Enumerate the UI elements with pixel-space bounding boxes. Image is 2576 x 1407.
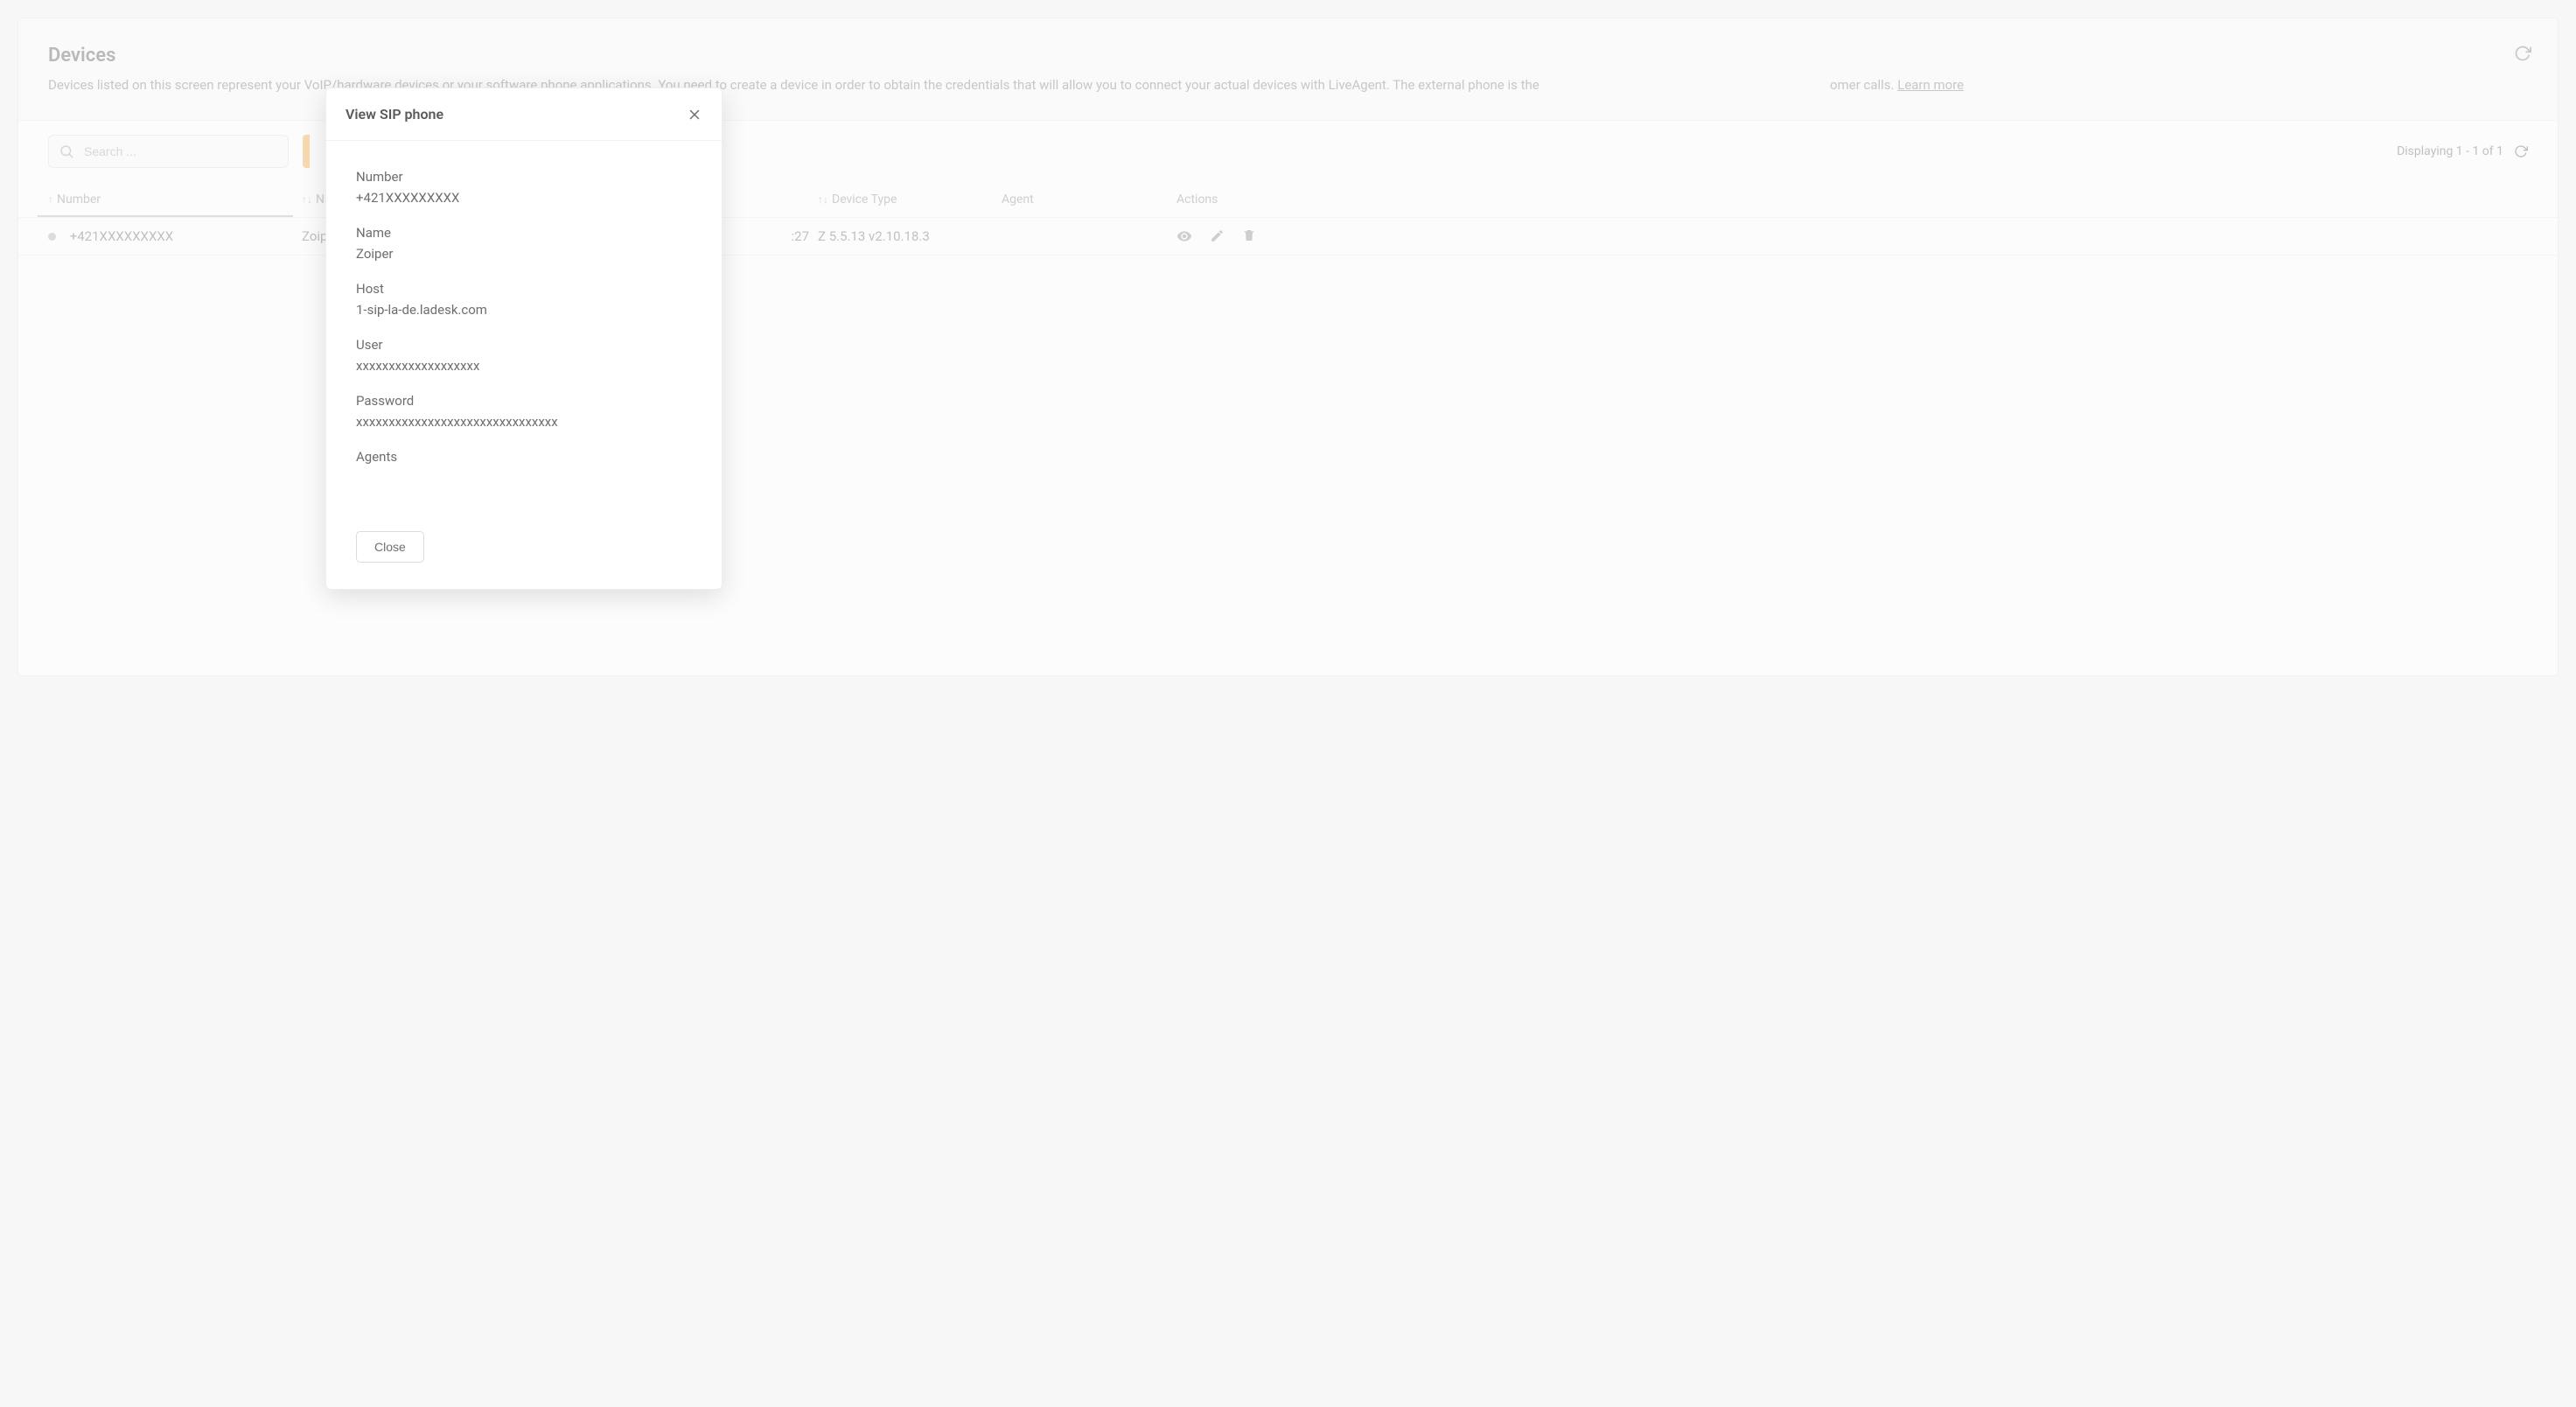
field-agents: Agents [356,449,692,500]
close-button[interactable]: Close [356,531,424,563]
modal-body: Number +421XXXXXXXXX Name Zoiper Host 1-… [326,141,722,517]
field-value: Zoiper [356,246,692,262]
field-host: Host 1-sip-la-de.ladesk.com [356,281,692,318]
field-value: xxxxxxxxxxxxxxxxxxx [356,358,692,374]
field-label: Name [356,225,692,241]
field-label: User [356,337,692,353]
close-icon[interactable] [687,107,702,122]
field-user: User xxxxxxxxxxxxxxxxxxx [356,337,692,374]
field-label: Password [356,393,692,409]
field-name: Name Zoiper [356,225,692,262]
modal-title: View SIP phone [346,106,443,122]
modal-header: View SIP phone [326,88,722,141]
field-value: 1-sip-la-de.ladesk.com [356,302,692,318]
field-label: Agents [356,449,692,465]
field-number: Number +421XXXXXXXXX [356,169,692,206]
field-password: Password xxxxxxxxxxxxxxxxxxxxxxxxxxxxxxx [356,393,692,430]
field-label: Number [356,169,692,185]
field-value: xxxxxxxxxxxxxxxxxxxxxxxxxxxxxxx [356,414,692,430]
field-label: Host [356,281,692,297]
view-sip-phone-modal: View SIP phone Number +421XXXXXXXXX Name… [325,88,723,590]
modal-footer: Close [326,517,722,589]
field-value: +421XXXXXXXXX [356,190,692,206]
